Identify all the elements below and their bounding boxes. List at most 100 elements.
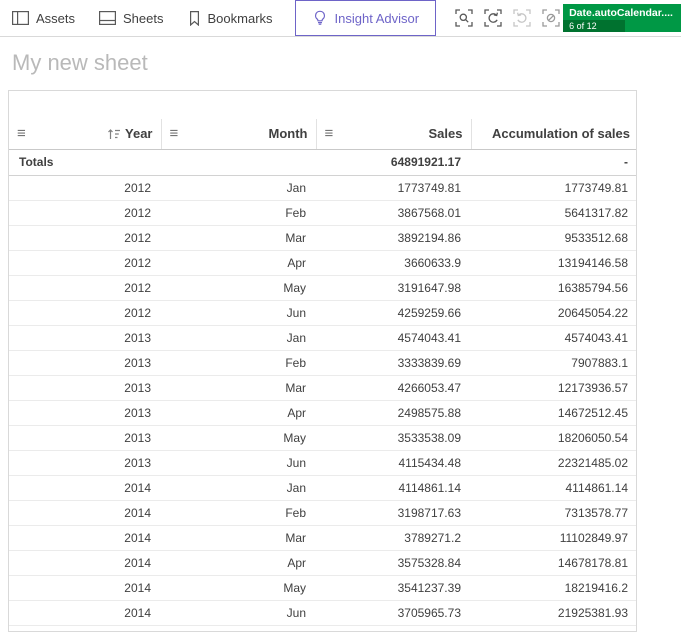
table-cell[interactable]: Jun [161,300,316,326]
table-cell[interactable]: 2012 [9,275,161,301]
table-cell[interactable]: 2014 [9,500,161,526]
table-cell[interactable]: 21925381.93 [471,600,636,626]
column-label[interactable]: Sales [429,126,463,141]
table-cell[interactable]: 14672512.45 [471,400,636,426]
table-cell[interactable]: 3541237.39 [316,575,471,601]
table-cell[interactable]: Mar [161,525,316,551]
tab-assets[interactable]: Assets [0,0,87,36]
table-cell[interactable]: Feb [161,200,316,226]
table-cell[interactable]: 2014 [9,475,161,501]
column-menu-icon[interactable]: ≡ [170,126,179,141]
table-cell[interactable]: 2012 [9,175,161,201]
column-header-accumulation[interactable]: Accumulation of sales [471,119,636,150]
table-cell[interactable]: 12173936.57 [471,375,636,401]
table-cell[interactable]: 4574043.41 [471,325,636,351]
insight-advisor-button[interactable]: Insight Advisor [294,0,437,36]
table-cell[interactable]: 1773749.81 [316,175,471,201]
table-cell[interactable]: Jan [161,475,316,501]
selection-badge[interactable]: Date.autoCalendar.... 6 of 12 ✕ [563,4,681,32]
table-cell[interactable]: 4574043.41 [316,325,471,351]
tab-sheets[interactable]: Sheets [87,0,175,36]
column-label[interactable]: Accumulation of sales [492,126,630,141]
table-cell[interactable]: 1773749.81 [471,175,636,201]
close-icon[interactable]: ✕ [673,4,681,32]
table-cell[interactable]: Jan [161,325,316,351]
table-cell[interactable]: 20645054.22 [471,300,636,326]
table-cell[interactable]: 2012 [9,300,161,326]
smart-search-icon[interactable] [452,6,476,30]
table-cell[interactable]: Mar [161,375,316,401]
table-cell[interactable]: 2014 [9,600,161,626]
table-cell[interactable]: 4114861.14 [316,475,471,501]
table-cell[interactable]: 2014 [9,550,161,576]
table-cell[interactable]: 7313578.77 [471,500,636,526]
table-cell[interactable]: 3892194.86 [316,225,471,251]
table-cell[interactable]: 3191647.98 [316,275,471,301]
table-cell[interactable]: Feb [161,500,316,526]
table-cell[interactable]: 3789271.2 [316,525,471,551]
column-header-sales[interactable]: ≡ Sales [316,119,472,150]
column-header-year[interactable]: ≡ Year [9,119,162,150]
table-cell[interactable]: Apr [161,400,316,426]
table-visualization: ≡ Year ≡ Month ≡ Sales Accumulation of s… [8,90,637,632]
column-header-month[interactable]: ≡ Month [161,119,317,150]
table-cell[interactable]: May [161,575,316,601]
table-cell[interactable]: Jun [161,600,316,626]
step-back-icon[interactable] [481,6,505,30]
table-cell[interactable]: 4115434.48 [316,450,471,476]
table-cell[interactable]: Apr [161,250,316,276]
table-cell[interactable]: 2013 [9,425,161,451]
table-cell[interactable]: 11102849.97 [471,525,636,551]
tab-bookmarks[interactable]: Bookmarks [176,0,285,36]
table-row: 2012 Mar 3892194.86 9533512.68 [9,225,636,251]
table-cell[interactable]: 14678178.81 [471,550,636,576]
table-cell[interactable]: 2014 [9,525,161,551]
table-cell[interactable]: 4259259.66 [316,300,471,326]
table-cell[interactable]: 3198717.63 [316,500,471,526]
table-cell[interactable]: 22321485.02 [471,450,636,476]
step-forward-icon[interactable] [510,6,534,30]
table-cell[interactable]: 4266053.47 [316,375,471,401]
selection-info[interactable]: Date.autoCalendar.... 6 of 12 [563,4,673,32]
table-cell[interactable]: 2498575.88 [316,400,471,426]
table-cell[interactable]: 9533512.68 [471,225,636,251]
app-window: { "toolbar": { "tabs": [ { "label": "Ass… [0,0,681,632]
table-cell[interactable]: 18219416.2 [471,575,636,601]
totals-label: Totals [9,149,161,176]
table-cell[interactable]: 2012 [9,200,161,226]
table-cell[interactable]: 3660633.9 [316,250,471,276]
table-cell[interactable]: 4114861.14 [471,475,636,501]
table-cell[interactable]: 3867568.01 [316,200,471,226]
table-cell[interactable]: May [161,275,316,301]
table-cell[interactable]: 7907883.1 [471,350,636,376]
table-cell[interactable]: Jun [161,450,316,476]
table-cell[interactable]: Mar [161,225,316,251]
table-cell[interactable]: 2013 [9,400,161,426]
table-row: 2014 Jun 3705965.73 21925381.93 [9,600,636,626]
table-cell[interactable]: 3333839.69 [316,350,471,376]
column-label[interactable]: Year [125,126,152,141]
table-cell[interactable]: Jan [161,175,316,201]
sort-ascending-icon [107,128,121,140]
clear-selections-icon[interactable] [539,6,563,30]
table-cell[interactable]: 3533538.09 [316,425,471,451]
table-cell[interactable]: Apr [161,550,316,576]
table-cell[interactable]: 18206050.54 [471,425,636,451]
table-cell[interactable]: 2013 [9,375,161,401]
table-cell[interactable]: 2013 [9,350,161,376]
column-menu-icon[interactable]: ≡ [325,126,334,141]
table-cell[interactable]: 3575328.84 [316,550,471,576]
table-cell[interactable]: 2013 [9,450,161,476]
table-cell[interactable]: 2014 [9,575,161,601]
table-cell[interactable]: 5641317.82 [471,200,636,226]
table-cell[interactable]: 2012 [9,250,161,276]
table-cell[interactable]: 16385794.56 [471,275,636,301]
table-cell[interactable]: 2012 [9,225,161,251]
table-cell[interactable]: 2013 [9,325,161,351]
column-menu-icon[interactable]: ≡ [17,126,26,141]
table-cell[interactable]: 3705965.73 [316,600,471,626]
column-label[interactable]: Month [269,126,308,141]
table-cell[interactable]: 13194146.58 [471,250,636,276]
table-cell[interactable]: May [161,425,316,451]
table-cell[interactable]: Feb [161,350,316,376]
